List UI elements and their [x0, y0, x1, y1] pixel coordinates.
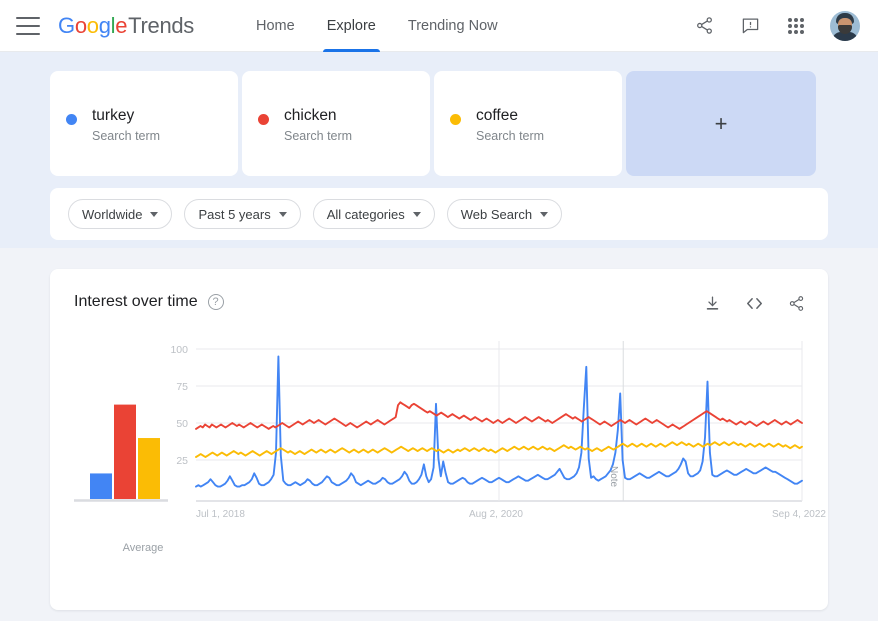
logo-letter-o2: o — [87, 13, 99, 39]
chart-title-text: Interest over time — [74, 293, 198, 311]
add-term-button[interactable]: + — [626, 71, 816, 176]
share-icon[interactable] — [786, 293, 806, 313]
nav-item-home[interactable]: Home — [240, 0, 311, 52]
help-icon[interactable]: ? — [208, 294, 224, 310]
term-card-chicken[interactable]: chicken Search term — [242, 71, 430, 176]
term-name: chicken — [284, 107, 337, 125]
chevron-down-icon — [279, 212, 287, 217]
average-bar-label: Average — [88, 542, 198, 554]
logo-letter-g2: g — [99, 13, 111, 39]
term-card-turkey[interactable]: turkey Search term — [50, 71, 238, 176]
chevron-down-icon — [413, 212, 421, 217]
avatar[interactable] — [830, 11, 860, 41]
filter-search-type[interactable]: Web Search — [447, 199, 562, 229]
main-nav: Home Explore Trending Now — [240, 0, 514, 52]
filter-time-range-label: Past 5 years — [198, 207, 270, 222]
filter-search-type-label: Web Search — [461, 207, 532, 222]
filters-row: Worldwide Past 5 years All categories We… — [50, 188, 828, 240]
filter-location[interactable]: Worldwide — [68, 199, 172, 229]
app-header: GoogleTrends Home Explore Trending Now — [0, 0, 878, 52]
series-color-dot — [258, 114, 269, 125]
svg-text:Jul 1, 2018: Jul 1, 2018 — [196, 509, 245, 520]
chevron-down-icon — [540, 212, 548, 217]
term-name: turkey — [92, 107, 134, 125]
share-icon[interactable] — [692, 14, 716, 38]
svg-text:100: 100 — [170, 344, 188, 356]
chart-annotation-note: Note — [608, 466, 619, 487]
logo-word-trends: Trends — [128, 13, 194, 39]
term-type: Search term — [92, 129, 160, 143]
term-type: Search term — [476, 129, 544, 143]
nav-item-trending-now[interactable]: Trending Now — [392, 0, 514, 52]
svg-text:75: 75 — [176, 381, 188, 393]
svg-text:Aug 2, 2020: Aug 2, 2020 — [469, 509, 523, 520]
svg-text:Sep 4, 2022: Sep 4, 2022 — [772, 509, 826, 520]
logo-letter-g: G — [58, 13, 75, 39]
interest-over-time-card: Interest over time ? — [50, 269, 828, 610]
logo-letter-e: e — [115, 13, 127, 39]
chart-plot-area[interactable]: 25 50 75 100 Jul 1, 2018 Aug 2, 2020 Sep 4, 20… — [50, 329, 828, 559]
hamburger-icon[interactable] — [16, 17, 40, 35]
term-card-coffee[interactable]: coffee Search term — [434, 71, 622, 176]
series-color-dot — [66, 114, 77, 125]
term-type: Search term — [284, 129, 352, 143]
svg-text:50: 50 — [176, 418, 188, 430]
filter-location-label: Worldwide — [82, 207, 142, 222]
search-terms-section: turkey Search term chicken Search term c… — [0, 52, 878, 248]
svg-text:25: 25 — [176, 455, 188, 467]
term-cards-row: turkey Search term chicken Search term c… — [50, 71, 828, 176]
download-icon[interactable] — [702, 293, 722, 313]
logo-letter-o1: o — [75, 13, 87, 39]
embed-icon[interactable] — [744, 293, 764, 313]
nav-item-explore[interactable]: Explore — [311, 0, 392, 52]
chevron-down-icon — [150, 212, 158, 217]
google-trends-logo[interactable]: GoogleTrends — [58, 13, 194, 39]
filter-category-label: All categories — [327, 207, 405, 222]
trends-line-chart[interactable]: 25 50 75 100 Jul 1, 2018 Aug 2, 2020 Sep 4, 20… — [50, 329, 828, 559]
series-color-dot — [450, 114, 461, 125]
term-name: coffee — [476, 107, 518, 125]
apps-grid-icon[interactable] — [784, 14, 808, 38]
page-title: Interest over time ? — [74, 293, 224, 311]
header-actions — [692, 11, 878, 41]
chart-toolbar — [702, 293, 806, 313]
trends-page: GoogleTrends Home Explore Trending Now — [0, 0, 878, 621]
feedback-icon[interactable] — [738, 14, 762, 38]
filter-time-range[interactable]: Past 5 years — [184, 199, 300, 229]
filter-category[interactable]: All categories — [313, 199, 435, 229]
